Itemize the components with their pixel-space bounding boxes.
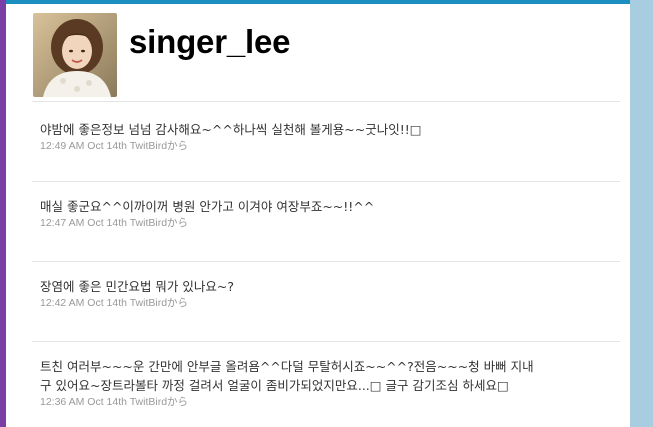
tweet-item: 야밤에 좋은정보 넘넘 감사해요~^^하나씩 실천해 볼게용~~굿나잇!!□ 1…	[32, 102, 620, 181]
tweet-meta: 12:47 AM Oct 14th TwitBirdから	[40, 216, 620, 231]
profile-username[interactable]: singer_lee	[129, 23, 290, 61]
tweet-source-link[interactable]: TwitBirdから	[130, 396, 188, 408]
tweet-timeline: 야밤에 좋은정보 넘넘 감사해요~^^하나씩 실천해 볼게용~~굿나잇!!□ 1…	[32, 101, 620, 410]
tweet-source-link[interactable]: TwitBirdから	[130, 297, 188, 309]
tweet-source-link[interactable]: TwitBirdから	[130, 140, 188, 152]
tweet-item: 매실 좋군요^^이까이꺼 병원 안가고 이겨야 여장부죠~~!!^^ 12:47…	[32, 182, 620, 261]
profile-avatar[interactable]	[33, 13, 117, 97]
right-background-strip	[630, 0, 653, 427]
tweet-timestamp-link[interactable]: 12:47 AM Oct 14th	[40, 217, 127, 229]
tweet-timestamp-link[interactable]: 12:49 AM Oct 14th	[40, 140, 127, 152]
tweet-item: 장염에 좋은 민간요법 뭐가 있나요~? 12:42 AM Oct 14th T…	[32, 262, 620, 341]
tweet-timestamp-link[interactable]: 12:36 AM Oct 14th	[40, 396, 127, 408]
tweet-meta: 12:36 AM Oct 14th TwitBirdから	[40, 395, 620, 410]
tweet-text: 장염에 좋은 민간요법 뭐가 있나요~?	[40, 279, 235, 294]
tweet-text: 트친 여러부~~~운 간만에 안부글 올려욤^^다덜 무탈허시죠~~^^?전음~…	[40, 359, 534, 393]
screenshot-frame: singer_lee 야밤에 좋은정보 넘넘 감사해요~^^하나씩 실천해 볼게…	[0, 0, 653, 427]
tweet-meta: 12:42 AM Oct 14th TwitBirdから	[40, 296, 620, 311]
tweet-item: 트친 여러부~~~운 간만에 안부글 올려욤^^다덜 무탈허시죠~~^^?전음~…	[32, 342, 620, 410]
profile-page: singer_lee 야밤에 좋은정보 넘넘 감사해요~^^하나씩 실천해 볼게…	[16, 4, 628, 427]
tweet-meta: 12:49 AM Oct 14th TwitBirdから	[40, 139, 620, 154]
profile-header: singer_lee	[33, 13, 290, 97]
tweet-text: 매실 좋군요^^이까이꺼 병원 안가고 이겨야 여장부죠~~!!^^	[40, 199, 375, 214]
tweet-text: 야밤에 좋은정보 넘넘 감사해요~^^하나씩 실천해 볼게용~~굿나잇!!□	[40, 122, 422, 137]
tweet-source-link[interactable]: TwitBirdから	[130, 217, 188, 229]
avatar-photo-icon	[33, 13, 117, 97]
tweet-timestamp-link[interactable]: 12:42 AM Oct 14th	[40, 297, 127, 309]
left-background-strip	[0, 0, 6, 427]
